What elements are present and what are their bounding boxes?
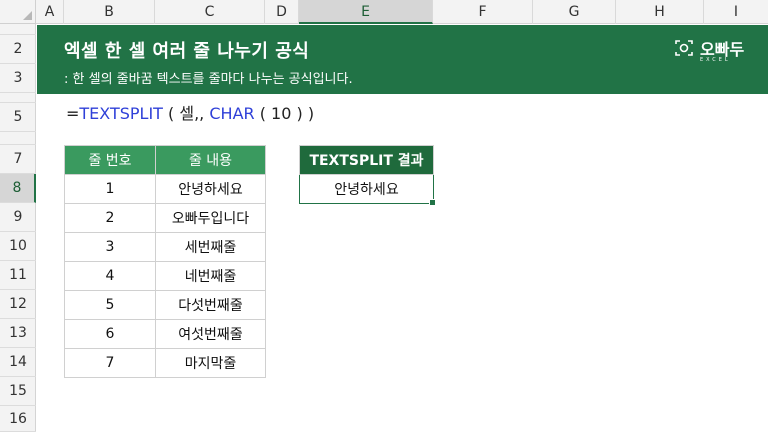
cell-line-number[interactable]: 6 <box>64 319 156 349</box>
header-line-content[interactable]: 줄 내용 <box>155 145 266 175</box>
result-header-row: TEXTSPLIT 결과 <box>299 145 434 175</box>
row-header-6[interactable]: 6 <box>0 132 36 145</box>
row-header-10[interactable]: 10 <box>0 232 36 261</box>
row-header-15[interactable]: 15 <box>0 377 36 406</box>
logo-subtext: EXCEL <box>700 57 731 63</box>
row-header-12[interactable]: 12 <box>0 290 36 319</box>
formula-text: =TEXTSPLIT ( 셀,, CHAR ( 10 ) ) <box>66 100 314 124</box>
row-header-5[interactable]: 5 <box>0 103 36 132</box>
row-header-3[interactable]: 3 <box>0 64 36 93</box>
cell-line-content[interactable]: 오빠두입니다 <box>155 203 266 233</box>
formula-function-char: CHAR <box>209 104 255 123</box>
formula-paren-open: ( <box>162 104 180 123</box>
row-header-4[interactable]: 4 <box>0 93 36 103</box>
column-header-d[interactable]: D <box>265 0 299 24</box>
header-line-number[interactable]: 줄 번호 <box>64 145 156 175</box>
cell-line-content[interactable]: 세번째줄 <box>155 232 266 262</box>
cell-line-number[interactable]: 2 <box>64 203 156 233</box>
column-header-g[interactable]: G <box>533 0 616 24</box>
row-header-11[interactable]: 11 <box>0 261 36 290</box>
cell-line-content[interactable]: 여섯번째줄 <box>155 319 266 349</box>
column-header-bar: A B C D E F G H I <box>0 0 768 24</box>
row-header-2[interactable]: 2 <box>0 35 36 64</box>
row-header-8[interactable]: 8 <box>0 174 36 203</box>
line-table: 줄 번호 줄 내용 1 안녕하세요 2 오빠두입니다 3 세번째줄 4 네번째줄… <box>64 145 266 378</box>
column-header-e[interactable]: E <box>299 0 433 24</box>
table-row: 7 마지막줄 <box>64 348 266 378</box>
table-row: 5 다섯번째줄 <box>64 290 266 320</box>
cell-line-content[interactable]: 다섯번째줄 <box>155 290 266 320</box>
row-header-13[interactable]: 13 <box>0 319 36 348</box>
select-all-corner[interactable] <box>0 0 36 24</box>
table-row: 1 안녕하세요 <box>64 174 266 204</box>
result-table: TEXTSPLIT 결과 안녕하세요 <box>299 145 437 207</box>
logo-camera-icon <box>675 40 693 56</box>
cell-line-number[interactable]: 1 <box>64 174 156 204</box>
result-cell-selected[interactable]: 안녕하세요 <box>299 174 437 207</box>
banner-subtitle: : 한 셀의 줄바꿈 텍스트를 줄마다 나누는 공식입니다. <box>64 72 353 87</box>
table-row: 2 오빠두입니다 <box>64 203 266 233</box>
formula-function-textsplit: TEXTSPLIT <box>79 104 163 123</box>
table-row: 4 네번째줄 <box>64 261 266 291</box>
cell-line-number[interactable]: 5 <box>64 290 156 320</box>
cell-line-content[interactable]: 마지막줄 <box>155 348 266 378</box>
formula-arg-10: 10 <box>271 104 292 123</box>
brand-logo: 오빠두 EXCEL <box>674 36 754 72</box>
cell-line-content[interactable]: 네번째줄 <box>155 261 266 291</box>
line-table-header-row: 줄 번호 줄 내용 <box>64 145 266 175</box>
formula-arg-cell: 셀,, <box>179 104 210 123</box>
cell-line-content[interactable]: 안녕하세요 <box>155 174 266 204</box>
row-header-14[interactable]: 14 <box>0 348 36 377</box>
row-header-9[interactable]: 9 <box>0 203 36 232</box>
title-banner: 엑셀 한 셀 여러 줄 나누기 공식 : 한 셀의 줄바꿈 텍스트를 줄마다 나… <box>37 25 768 94</box>
formula-paren-open-2: ( <box>254 104 272 123</box>
cell-line-number[interactable]: 4 <box>64 261 156 291</box>
cell-line-number[interactable]: 3 <box>64 232 156 262</box>
column-header-h[interactable]: H <box>616 0 704 24</box>
formula-equals: = <box>66 104 80 123</box>
column-header-f[interactable]: F <box>433 0 533 24</box>
row-header-1[interactable]: 1 <box>0 24 36 35</box>
column-header-b[interactable]: B <box>64 0 155 24</box>
row-header-bar: 1 2 3 4 5 6 7 8 9 10 11 12 13 14 15 16 <box>0 24 36 432</box>
row-header-7[interactable]: 7 <box>0 145 36 174</box>
result-header[interactable]: TEXTSPLIT 결과 <box>299 145 434 175</box>
banner-title: 엑셀 한 셀 여러 줄 나누기 공식 <box>64 41 310 62</box>
result-row: 안녕하세요 <box>299 174 437 207</box>
column-header-a[interactable]: A <box>36 0 64 24</box>
row-header-16[interactable]: 16 <box>0 406 36 432</box>
column-header-i[interactable]: I <box>704 0 768 24</box>
column-header-c[interactable]: C <box>155 0 265 24</box>
table-row: 3 세번째줄 <box>64 232 266 262</box>
table-row: 6 여섯번째줄 <box>64 319 266 349</box>
formula-paren-close: ) ) <box>291 104 315 123</box>
cell-line-number[interactable]: 7 <box>64 348 156 378</box>
